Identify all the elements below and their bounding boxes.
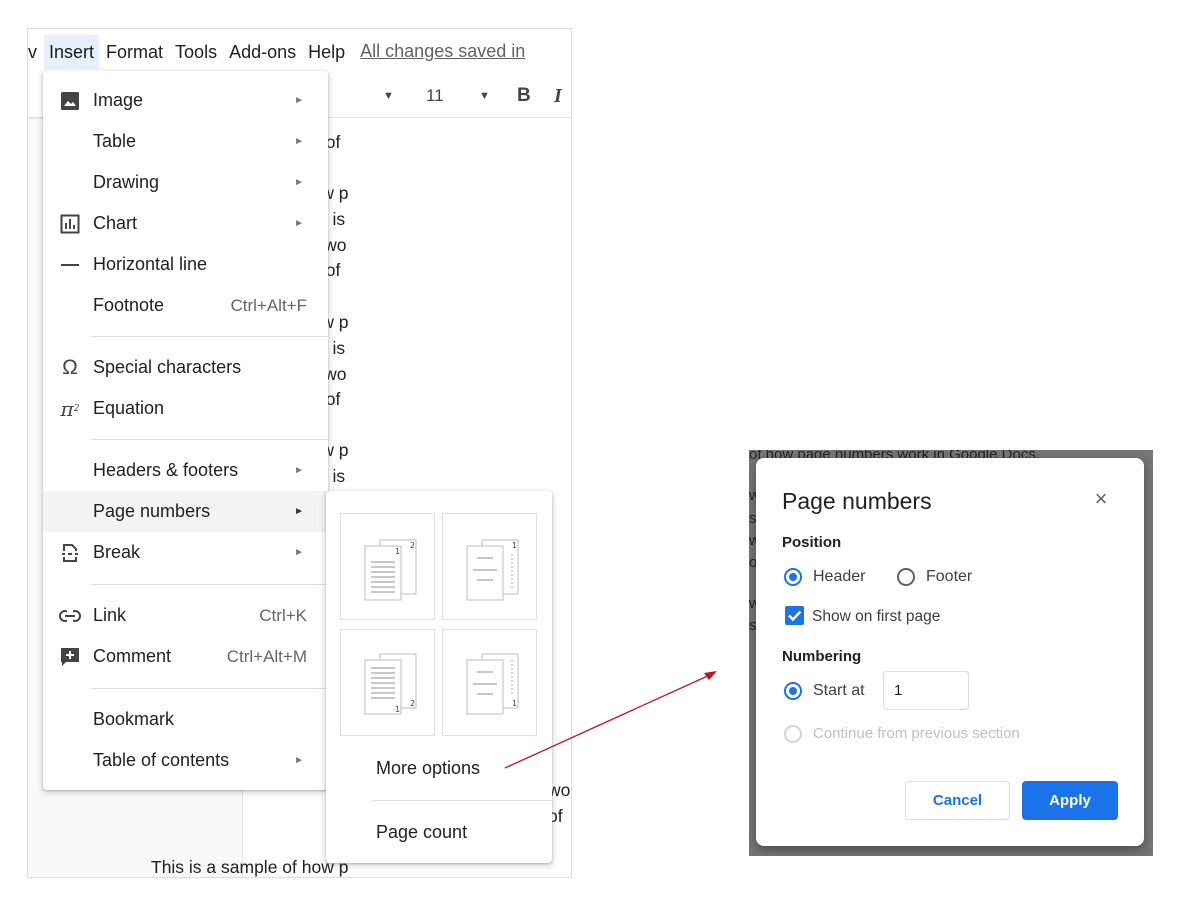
submenu-arrow-icon: ► [294, 136, 304, 147]
menu-divider [91, 336, 328, 337]
font-size-dropdown-icon[interactable]: ▼ [479, 74, 490, 118]
menu-item-horizontal-line[interactable]: Horizontal line [43, 244, 328, 285]
menu-item-chart[interactable]: Chart ► [43, 203, 328, 244]
menu-item-bookmark[interactable]: Bookmark [43, 699, 328, 740]
font-size-value[interactable]: 11 [426, 74, 444, 118]
chart-icon [59, 213, 81, 235]
break-icon [59, 542, 81, 564]
page-number-option-footer-all[interactable]: 2 1 [340, 629, 435, 736]
menu-item-table-of-contents[interactable]: Table of contents ► [43, 740, 328, 781]
menu-bar: v Insert Format Tools Add-ons Help All c… [28, 29, 571, 74]
shortcut-text: Ctrl+Alt+M [226, 646, 307, 666]
svg-text:2: 2 [410, 541, 415, 550]
menu-item-equation[interactable]: π2 Equation [43, 388, 328, 429]
header-radio[interactable] [784, 568, 802, 586]
font-dropdown-arrow-icon[interactable]: ▼ [383, 74, 394, 118]
close-icon[interactable]: × [1089, 487, 1113, 511]
dialog-title: Page numbers [782, 488, 932, 514]
menu-divider [91, 439, 328, 440]
horizontal-line-icon [59, 254, 81, 276]
position-section-label: Position [782, 534, 842, 551]
svg-text:1: 1 [395, 705, 400, 714]
menu-item-drawing[interactable]: Drawing ► [43, 162, 328, 203]
menu-item-table[interactable]: Table ► [43, 121, 328, 162]
start-at-label[interactable]: Start at [813, 682, 865, 700]
page-numbers-dialog: Page numbers × Position Header Footer Sh… [756, 458, 1144, 846]
cancel-button[interactable]: Cancel [905, 781, 1010, 820]
menu-help[interactable]: Help [303, 35, 350, 69]
menu-item-comment[interactable]: Comment Ctrl+Alt+M [43, 636, 328, 677]
menu-addons[interactable]: Add-ons [224, 35, 301, 69]
submenu-arrow-icon: ► [294, 177, 304, 188]
footer-radio-label[interactable]: Footer [926, 568, 972, 586]
menu-item-image[interactable]: Image ► [43, 80, 328, 121]
more-options-item[interactable]: More options [376, 758, 480, 779]
svg-text:1: 1 [512, 699, 517, 708]
show-on-first-page-label[interactable]: Show on first page [812, 608, 940, 626]
insert-menu: Image ► Table ► Drawing ► Chart ► Horizo… [43, 71, 328, 790]
pi-icon: π2 [60, 396, 80, 421]
continue-previous-label: Continue from previous section [813, 725, 1020, 742]
svg-text:1: 1 [512, 541, 517, 550]
start-at-radio[interactable] [784, 682, 802, 700]
menu-insert[interactable]: Insert [44, 34, 100, 69]
numbering-section-label: Numbering [782, 648, 862, 665]
menu-divider [91, 688, 328, 689]
menu-item-break[interactable]: Break ► [43, 532, 328, 573]
show-on-first-page-checkbox[interactable] [785, 606, 804, 625]
shortcut-text: Ctrl+Alt+F [230, 295, 307, 315]
comment-icon [59, 646, 81, 668]
menu-item-page-numbers[interactable]: Page numbers ► [43, 491, 328, 532]
menu-item-footnote[interactable]: Footnote Ctrl+Alt+F [43, 285, 328, 326]
link-icon [59, 605, 81, 627]
image-icon [59, 90, 81, 112]
menu-item-headers-footers[interactable]: Headers & footers ► [43, 450, 328, 491]
menu-item-special-characters[interactable]: Ω Special characters [43, 347, 328, 388]
page-count-item[interactable]: Page count [376, 822, 467, 843]
submenu-arrow-icon: ► [294, 506, 304, 517]
page-numbers-submenu: 2 1 1 2 1 1 More options Page count [326, 491, 552, 863]
start-at-input[interactable] [883, 671, 969, 710]
italic-button[interactable]: I [554, 74, 562, 118]
menu-divider [372, 800, 552, 801]
bold-button[interactable]: B [517, 74, 531, 118]
menu-item-link[interactable]: Link Ctrl+K [43, 595, 328, 636]
svg-text:2: 2 [410, 699, 415, 708]
apply-button[interactable]: Apply [1022, 781, 1118, 820]
continue-previous-radio [784, 725, 802, 743]
checkmark-icon [788, 610, 802, 622]
shortcut-text: Ctrl+K [259, 605, 307, 625]
save-status-link[interactable]: All changes saved in [360, 41, 525, 62]
menu-format[interactable]: Format [101, 35, 168, 69]
omega-icon: Ω [62, 355, 78, 379]
page-number-option-header-skip-first[interactable]: 1 [442, 513, 537, 620]
footer-radio[interactable] [897, 568, 915, 586]
svg-text:1: 1 [395, 547, 400, 556]
header-radio-label[interactable]: Header [813, 568, 865, 586]
menu-divider [91, 584, 328, 585]
submenu-arrow-icon: ► [294, 547, 304, 558]
menu-tools[interactable]: Tools [170, 35, 222, 69]
page-number-option-header-all[interactable]: 2 1 [340, 513, 435, 620]
submenu-arrow-icon: ► [294, 218, 304, 229]
docs-screenshot: v Insert Format Tools Add-ons Help All c… [27, 28, 572, 878]
page-number-option-footer-skip-first[interactable]: 1 [442, 629, 537, 736]
page-numbers-dialog-screenshot: of how page numbers work in Google Docs.… [749, 450, 1153, 856]
submenu-arrow-icon: ► [294, 95, 304, 106]
submenu-arrow-icon: ► [294, 755, 304, 766]
menu-view-partial[interactable]: v [28, 35, 42, 69]
submenu-arrow-icon: ► [294, 465, 304, 476]
